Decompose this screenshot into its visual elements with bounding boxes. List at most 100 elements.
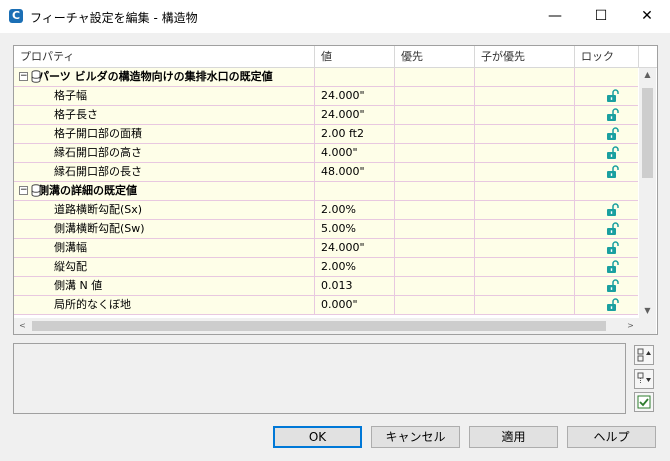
override-cell[interactable] [395, 277, 475, 295]
unlock-icon[interactable] [605, 202, 621, 218]
lock-cell[interactable] [575, 87, 638, 105]
property-value[interactable]: 24.000" [315, 239, 395, 257]
lock-cell[interactable] [575, 277, 638, 295]
property-row[interactable]: 縁石開口部の高さ 4.000" [14, 144, 638, 163]
property-value[interactable]: 24.000" [315, 87, 395, 105]
property-value[interactable]: 4.000" [315, 144, 395, 162]
scroll-up-arrow-icon[interactable]: ▲ [639, 68, 656, 82]
group-cell-empty [475, 68, 575, 86]
property-row[interactable]: 格子幅 24.000" [14, 87, 638, 106]
property-value[interactable]: 0.013 [315, 277, 395, 295]
unlock-icon[interactable] [605, 221, 621, 237]
child-override-cell [475, 296, 575, 314]
unlock-icon[interactable] [605, 297, 621, 313]
minimize-button[interactable]: — [532, 0, 578, 33]
collapse-icon [637, 348, 651, 362]
property-value[interactable]: 2.00% [315, 258, 395, 276]
lock-cell[interactable] [575, 258, 638, 276]
collapse-all-button[interactable] [634, 345, 654, 365]
property-row[interactable]: 格子開口部の面積 2.00 ft2 [14, 125, 638, 144]
property-row[interactable]: 格子長さ 24.000" [14, 106, 638, 125]
property-row[interactable]: 側溝横断勾配(Sw) 5.00% [14, 220, 638, 239]
property-row[interactable]: 局所的なくぼ地 0.000" [14, 296, 638, 315]
column-header-value[interactable]: 値 [315, 46, 395, 67]
group-cell-empty [315, 182, 395, 200]
column-header-override[interactable]: 優先 [395, 46, 475, 67]
lock-cell[interactable] [575, 239, 638, 257]
lock-cell[interactable] [575, 125, 638, 143]
maximize-button[interactable]: ☐ [578, 0, 624, 33]
override-cell[interactable] [395, 87, 475, 105]
override-cell[interactable] [395, 201, 475, 219]
property-row[interactable]: 縦勾配 2.00% [14, 258, 638, 277]
scroll-right-arrow-icon[interactable]: > [622, 318, 639, 334]
select-all-button[interactable] [634, 392, 654, 412]
override-cell[interactable] [395, 239, 475, 257]
property-row[interactable]: 側溝 N 値 0.013 [14, 277, 638, 296]
collapse-toggle-icon[interactable]: − [19, 72, 28, 81]
unlock-icon[interactable] [605, 88, 621, 104]
scroll-left-arrow-icon[interactable]: < [14, 318, 31, 334]
column-header-child-override[interactable]: 子が優先 [475, 46, 575, 67]
unlock-icon[interactable] [605, 126, 621, 142]
column-header-property[interactable]: プロパティ [14, 46, 315, 67]
override-cell[interactable] [395, 296, 475, 314]
unlock-icon[interactable] [605, 145, 621, 161]
lock-cell[interactable] [575, 144, 638, 162]
override-cell[interactable] [395, 144, 475, 162]
child-override-cell [475, 125, 575, 143]
override-cell[interactable] [395, 258, 475, 276]
group-cell-empty [575, 68, 638, 86]
property-name: 側溝幅 [14, 239, 315, 257]
horizontal-scrollbar[interactable]: < > [14, 318, 639, 334]
expand-icon [637, 372, 651, 384]
property-value[interactable]: 5.00% [315, 220, 395, 238]
column-header-lock[interactable]: ロック [575, 46, 639, 67]
property-row[interactable]: 道路横断勾配(Sx) 2.00% [14, 201, 638, 220]
expand-all-button[interactable] [634, 369, 654, 389]
override-cell[interactable] [395, 125, 475, 143]
checkbox-icon [637, 395, 651, 409]
database-icon [31, 70, 41, 83]
vertical-scroll-thumb[interactable] [642, 88, 653, 178]
lock-cell[interactable] [575, 296, 638, 314]
lock-cell[interactable] [575, 106, 638, 124]
horizontal-scroll-thumb[interactable] [32, 321, 606, 331]
close-button[interactable]: ✕ [624, 0, 670, 33]
vertical-scrollbar[interactable]: ▲ ▼ [639, 68, 656, 318]
property-row[interactable]: 縁石開口部の長さ 48.000" [14, 163, 638, 182]
property-value[interactable]: 24.000" [315, 106, 395, 124]
grid-rows: − パーツ ビルダの構造物向けの集排水口の既定値 格子幅 24.000" 格子長さ 24.… [14, 68, 638, 315]
group-cell-empty [315, 68, 395, 86]
override-cell[interactable] [395, 106, 475, 124]
apply-button[interactable]: 適用 [469, 426, 558, 448]
property-value[interactable]: 0.000" [315, 296, 395, 314]
unlock-icon[interactable] [605, 278, 621, 294]
scroll-down-arrow-icon[interactable]: ▼ [639, 304, 656, 318]
child-override-cell [475, 258, 575, 276]
lock-cell[interactable] [575, 163, 638, 181]
override-cell[interactable] [395, 220, 475, 238]
override-cell[interactable] [395, 163, 475, 181]
unlock-icon[interactable] [605, 107, 621, 123]
property-name: 格子長さ [14, 106, 315, 124]
child-override-cell [475, 201, 575, 219]
group-row[interactable]: − パーツ ビルダの構造物向けの集排水口の既定値 [14, 68, 638, 87]
unlock-icon[interactable] [605, 164, 621, 180]
collapse-toggle-icon[interactable]: − [19, 186, 28, 195]
ok-button[interactable]: OK [273, 426, 362, 448]
cancel-button[interactable]: キャンセル [371, 426, 460, 448]
property-row[interactable]: 側溝幅 24.000" [14, 239, 638, 258]
help-button[interactable]: ヘルプ [567, 426, 656, 448]
unlock-icon[interactable] [605, 259, 621, 275]
lock-cell[interactable] [575, 220, 638, 238]
child-override-cell [475, 163, 575, 181]
unlock-icon[interactable] [605, 240, 621, 256]
group-cell-empty [575, 182, 638, 200]
property-value[interactable]: 2.00% [315, 201, 395, 219]
property-value[interactable]: 48.000" [315, 163, 395, 181]
scroll-corner [639, 318, 656, 334]
group-row[interactable]: − 側溝の詳細の既定値 [14, 182, 638, 201]
property-value[interactable]: 2.00 ft2 [315, 125, 395, 143]
lock-cell[interactable] [575, 201, 638, 219]
